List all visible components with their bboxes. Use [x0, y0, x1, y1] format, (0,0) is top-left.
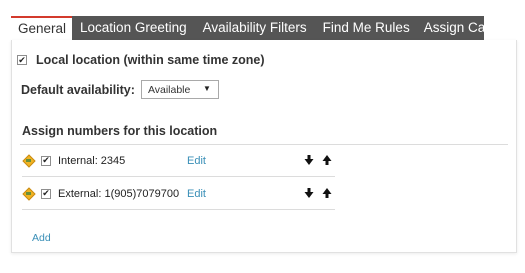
arrow-up-icon[interactable] [322, 188, 332, 198]
drag-handle-icon[interactable] [22, 153, 36, 168]
reorder-controls [304, 188, 332, 198]
edit-number-link[interactable]: Edit [187, 188, 206, 200]
edit-number-link[interactable]: Edit [187, 155, 206, 167]
number-checkbox[interactable]: ✔ [41, 155, 51, 166]
chevron-down-icon: ▼ [203, 84, 211, 93]
drag-handle-icon[interactable] [22, 186, 36, 201]
default-availability-row: Default availability: Available ▼ [21, 80, 219, 99]
reorder-controls [304, 155, 332, 165]
tab-availability-filters[interactable]: Availability Filters [203, 16, 307, 40]
tab-assign-calls[interactable]: Assign Calls [424, 16, 498, 40]
add-number-link[interactable]: Add [32, 232, 51, 244]
number-row: ✔ Internal: 2345 Edit [22, 145, 335, 177]
tab-location-greeting[interactable]: Location Greeting [80, 16, 187, 40]
tab-general[interactable]: General [11, 16, 73, 40]
arrow-down-icon[interactable] [304, 155, 314, 165]
default-availability-label: Default availability: [21, 82, 135, 97]
number-label: Internal: 2345 [58, 154, 126, 167]
local-location-checkbox[interactable]: ✔ [17, 55, 27, 65]
tab-bar: General Location Greeting Availability F… [11, 16, 498, 40]
arrow-down-icon[interactable] [304, 188, 314, 198]
local-location-row: ✔ Local location (within same time zone) [17, 53, 265, 67]
default-availability-value: Available [147, 83, 191, 96]
tab-find-me-rules[interactable]: Find Me Rules [323, 16, 410, 40]
local-location-label: Local location (within same time zone) [36, 53, 265, 67]
number-checkbox[interactable]: ✔ [41, 188, 51, 199]
default-availability-select[interactable]: Available ▼ [140, 80, 219, 99]
number-label: External: 1(905)7079700 [58, 187, 180, 200]
number-row: ✔ External: 1(905)7079700 Edit [22, 178, 335, 210]
assign-numbers-title: Assign numbers for this location [22, 124, 218, 138]
arrow-up-icon[interactable] [322, 155, 332, 165]
